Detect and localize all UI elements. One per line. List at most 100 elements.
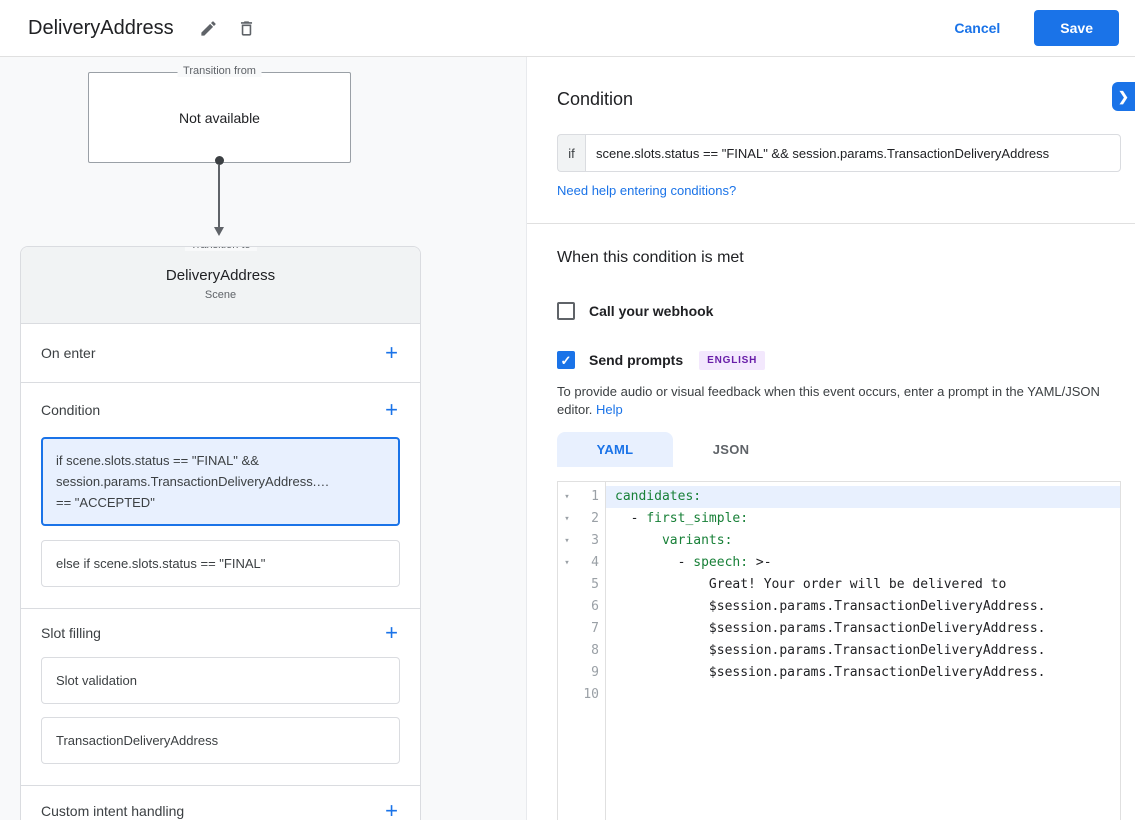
fold-arrow-icon[interactable]: ▾ [558, 552, 576, 574]
on-enter-label: On enter [41, 345, 95, 361]
slot-filling-header: Slot filling + [21, 609, 420, 657]
page-title: DeliveryAddress [28, 17, 174, 40]
line-number: 7 [576, 618, 606, 640]
condition-heading: Condition [557, 88, 1121, 110]
send-prompts-checkbox[interactable]: ✓ [557, 351, 575, 369]
webhook-checkbox[interactable] [557, 302, 575, 320]
delete-scene-button[interactable] [232, 13, 262, 43]
tab-json[interactable]: JSON [673, 432, 789, 467]
chevron-right-icon: ❯ [1118, 89, 1129, 105]
divider [527, 223, 1135, 224]
code-text: - speech: >- [606, 552, 1120, 574]
when-met-heading: When this condition is met [557, 248, 1121, 268]
scene-card-header[interactable]: DeliveryAddress Scene [21, 247, 420, 324]
save-button[interactable]: Save [1034, 10, 1119, 46]
line-number: 4 [576, 552, 606, 574]
condition-input[interactable] [585, 134, 1121, 172]
header-right: Cancel Save [954, 10, 1119, 46]
webhook-row[interactable]: Call your webhook [557, 301, 1121, 321]
code-line[interactable]: ▾4 - speech: >- [558, 552, 1120, 574]
fold-gutter [558, 574, 576, 596]
line-number: 1 [576, 486, 606, 508]
send-prompts-row[interactable]: ✓ Send prompts ENGLISH [557, 350, 1121, 370]
code-text: - first_simple: [606, 508, 1120, 530]
custom-intent-label: Custom intent handling [41, 803, 184, 819]
code-text [606, 684, 1120, 706]
line-number: 8 [576, 640, 606, 662]
line-number: 10 [576, 684, 606, 706]
code-line[interactable]: ▾1candidates: [558, 486, 1120, 508]
code-line[interactable]: 6 $session.params.TransactionDeliveryAdd… [558, 596, 1120, 618]
edit-title-button[interactable] [194, 13, 224, 43]
fold-gutter [558, 596, 576, 618]
cancel-button[interactable]: Cancel [954, 20, 1000, 36]
flow-arrow-dot [215, 156, 224, 165]
slot-filling-section: Slot filling + Slot validation Transacti… [21, 609, 420, 786]
code-text: $session.params.TransactionDeliveryAddre… [606, 596, 1120, 618]
webhook-label: Call your webhook [589, 303, 713, 319]
section-spacer [21, 777, 420, 785]
horizontal-scrollbar[interactable] [0, 820, 1135, 827]
code-lines: ▾1candidates:▾2 - first_simple:▾3 varian… [558, 482, 1120, 706]
condition-detail-panel: ❯ Condition if Need help entering condit… [527, 57, 1135, 827]
prompt-description: To provide audio or visual feedback when… [557, 383, 1121, 418]
line-number: 3 [576, 530, 606, 552]
add-condition-button[interactable]: + [383, 399, 400, 421]
condition-section-label: Condition [41, 402, 100, 418]
code-line[interactable]: 5 Great! Your order will be delivered to [558, 574, 1120, 596]
code-text: candidates: [606, 486, 1120, 508]
scene-name: DeliveryAddress [21, 267, 420, 284]
on-enter-row[interactable]: On enter + [21, 324, 420, 383]
fold-arrow-icon[interactable]: ▾ [558, 486, 576, 508]
code-text: $session.params.TransactionDeliveryAddre… [606, 662, 1120, 684]
transition-from-box: Transition from Not available [88, 72, 351, 163]
condition-item-else[interactable]: else if scene.slots.status == "FINAL" [41, 540, 400, 587]
slot-item[interactable]: TransactionDeliveryAddress [41, 717, 400, 764]
transition-from-value: Not available [179, 110, 260, 126]
condition-input-row: if [557, 134, 1121, 172]
editor-tabs: YAML JSON [557, 432, 1121, 467]
fold-arrow-icon[interactable]: ▾ [558, 530, 576, 552]
fold-gutter [558, 662, 576, 684]
condition-section-header: Condition + [21, 383, 420, 437]
code-line[interactable]: ▾2 - first_simple: [558, 508, 1120, 530]
slot-validation-item[interactable]: Slot validation [41, 657, 400, 704]
add-slot-button[interactable]: + [383, 622, 400, 644]
pencil-icon [199, 19, 218, 38]
app-header: DeliveryAddress Cancel Save [0, 0, 1135, 57]
yaml-editor[interactable]: ▾1candidates:▾2 - first_simple:▾3 varian… [557, 481, 1121, 827]
page: { "header": { "title": "DeliveryAddress"… [0, 0, 1135, 827]
scene-flow-panel: Transition from Not available Transition… [0, 57, 527, 827]
trash-icon [237, 19, 256, 38]
condition-item-selected[interactable]: if scene.slots.status == "FINAL" && sess… [41, 437, 400, 526]
section-spacer [21, 600, 420, 608]
fold-gutter [558, 640, 576, 662]
custom-intent-row[interactable]: Custom intent handling + [21, 786, 420, 820]
line-number: 6 [576, 596, 606, 618]
check-icon: ✓ [561, 354, 572, 367]
condition-section: Condition + if scene.slots.status == "FI… [21, 383, 420, 609]
fold-gutter [558, 684, 576, 706]
code-line[interactable]: 9 $session.params.TransactionDeliveryAdd… [558, 662, 1120, 684]
fold-gutter [558, 618, 576, 640]
add-custom-intent-button[interactable]: + [383, 800, 400, 820]
line-number: 2 [576, 508, 606, 530]
add-on-enter-button[interactable]: + [383, 342, 400, 364]
slot-filling-label: Slot filling [41, 625, 101, 641]
code-line[interactable]: 10 [558, 684, 1120, 706]
code-text: variants: [606, 530, 1120, 552]
code-line[interactable]: 7 $session.params.TransactionDeliveryAdd… [558, 618, 1120, 640]
help-link[interactable]: Help [596, 402, 623, 417]
scene-card: Transition to DeliveryAddress Scene On e… [20, 246, 421, 820]
condition-help-link[interactable]: Need help entering conditions? [557, 183, 1121, 199]
header-left: DeliveryAddress [28, 13, 270, 43]
language-badge: ENGLISH [699, 351, 765, 370]
tab-yaml[interactable]: YAML [557, 432, 673, 467]
line-number: 5 [576, 574, 606, 596]
code-line[interactable]: 8 $session.params.TransactionDeliveryAdd… [558, 640, 1120, 662]
if-label: if [557, 134, 585, 172]
fold-arrow-icon[interactable]: ▾ [558, 508, 576, 530]
send-prompts-label: Send prompts [589, 352, 683, 368]
code-line[interactable]: ▾3 variants: [558, 530, 1120, 552]
collapse-panel-button[interactable]: ❯ [1112, 82, 1135, 111]
